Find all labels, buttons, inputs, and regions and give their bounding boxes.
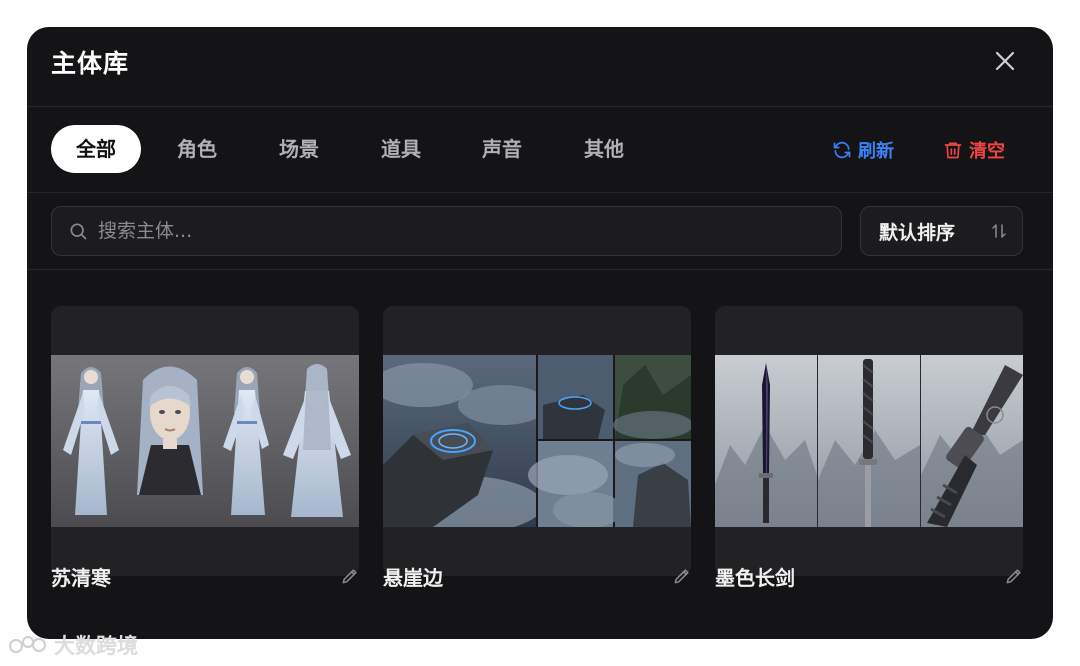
black-sword-image (715, 355, 1023, 527)
pencil-icon[interactable] (672, 566, 692, 586)
close-button[interactable] (993, 49, 1017, 73)
tab-all[interactable]: 全部 (51, 125, 141, 173)
sort-arrows-icon (992, 224, 1006, 238)
sort-label: 默认排序 (879, 221, 956, 244)
tab-sound[interactable]: 声音 (468, 125, 536, 173)
search-box[interactable] (51, 206, 842, 256)
pencil-icon[interactable] (340, 566, 360, 586)
trash-icon (944, 142, 962, 159)
card-name: 悬崖边 (383, 566, 443, 590)
refresh-icon (833, 141, 851, 159)
search-input[interactable] (98, 220, 778, 242)
watermark-logo-icon (9, 636, 46, 653)
tab-scene[interactable]: 场景 (265, 125, 333, 173)
sort-select[interactable]: 默认排序 (860, 206, 1023, 256)
close-icon (995, 51, 1015, 71)
dialog-header: 主体库 (27, 27, 1053, 107)
subject-card[interactable] (51, 306, 359, 576)
refresh-button[interactable]: 刷新 (832, 137, 894, 163)
clear-button[interactable]: 清空 (943, 137, 1005, 163)
tab-other[interactable]: 其他 (570, 125, 638, 173)
pencil-icon[interactable] (1004, 566, 1024, 586)
subject-card[interactable] (383, 306, 691, 576)
tab-prop[interactable]: 道具 (367, 125, 435, 173)
refresh-label: 刷新 (858, 141, 894, 162)
character-turnaround-image (51, 355, 359, 527)
tab-character[interactable]: 角色 (163, 125, 231, 173)
category-tabs: 全部 角色 场景 道具 声音 其他 刷新 清空 (27, 107, 1053, 193)
search-bar: 默认排序 (27, 193, 1053, 270)
cliff-scene-image (383, 355, 691, 527)
search-icon (70, 223, 87, 240)
watermark: 大数跨境 (8, 630, 138, 660)
card-name: 苏清寒 (51, 566, 111, 590)
watermark-text: 大数跨境 (54, 634, 138, 658)
dialog-title: 主体库 (51, 49, 130, 78)
clear-label: 清空 (969, 141, 1005, 162)
subject-card[interactable] (715, 306, 1023, 576)
card-name: 墨色长剑 (715, 566, 795, 590)
subject-library-dialog: 主体库 全部 角色 场景 道具 声音 其他 刷新 清空 搜索主体... 默认排序 (27, 27, 1053, 639)
